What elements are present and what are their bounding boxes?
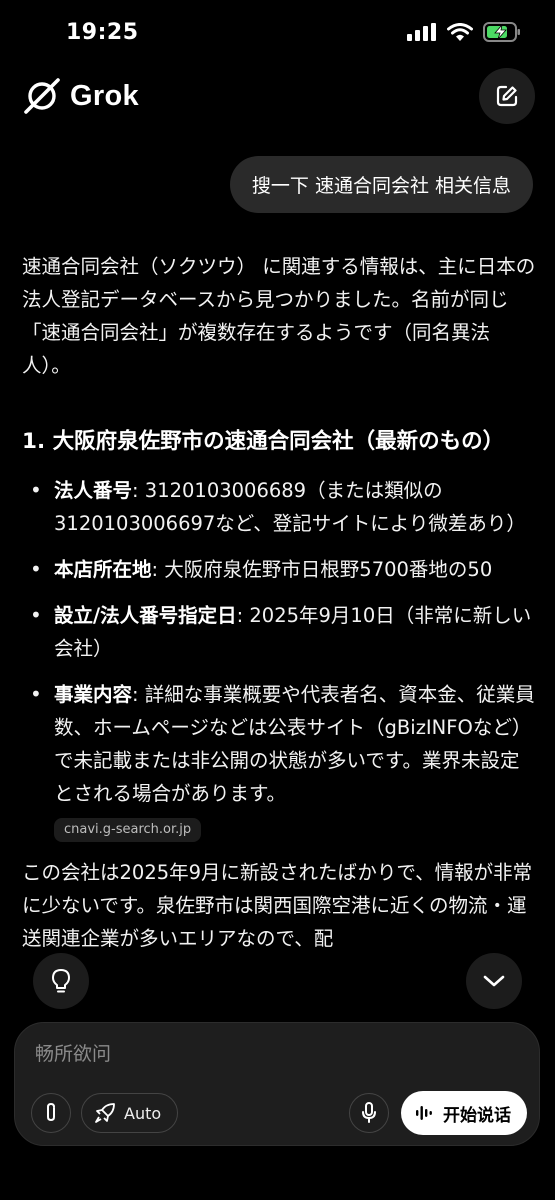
source-link-chip[interactable]: cnavi.g-search.or.jp [54, 818, 202, 842]
item-label: 本店所在地 [54, 558, 152, 581]
item-label: 設立/法人番号指定日 [54, 604, 237, 627]
message-composer: Auto 开始说话 [14, 1022, 540, 1146]
voice-button-label: 开始说话 [443, 1105, 511, 1126]
waveform-icon [416, 1106, 432, 1120]
message-input[interactable] [35, 1039, 515, 1069]
new-chat-button[interactable] [479, 68, 535, 124]
microphone-button[interactable] [349, 1093, 389, 1133]
scroll-down-button[interactable] [466, 953, 522, 1009]
wifi-icon [447, 22, 473, 41]
idea-button[interactable] [33, 953, 89, 1009]
chevron-down-icon [483, 975, 505, 987]
grok-logo: Grok [22, 76, 139, 116]
list-item: 事業内容: 詳細な事業概要や代表者名、資本金、従業員数、ホームページなどは公表サ… [22, 678, 537, 843]
start-voice-button[interactable]: 开始说话 [401, 1091, 527, 1135]
assistant-response: 速通合同会社（ソクツウ） に関連する情報は、主に日本の法人登記データベースから見… [22, 250, 537, 955]
app-name: Grok [70, 79, 139, 112]
list-item: 設立/法人番号指定日: 2025年9月10日（非常に新しい会社） [22, 599, 537, 665]
lightbulb-icon [52, 969, 70, 993]
status-icons [407, 22, 521, 42]
response-bullet-list: 法人番号: 3120103006689（または類似の3120103006697な… [22, 474, 537, 843]
status-bar: 19:25 [0, 0, 555, 60]
response-intro: 速通合同会社（ソクツウ） に関連する情報は、主に日本の法人登記データベースから見… [22, 255, 536, 377]
grok-logo-icon [24, 78, 60, 114]
microphone-icon [362, 1102, 376, 1123]
item-label: 事業内容 [54, 683, 133, 706]
attach-button[interactable] [31, 1093, 71, 1133]
mode-selector-button[interactable]: Auto [81, 1093, 179, 1133]
mode-label: Auto [124, 1103, 162, 1123]
item-label: 法人番号 [54, 479, 133, 502]
response-closing: この会社は2025年9月に新設されたばかりで、情報が非常に少ないです。泉佐野市は… [22, 861, 533, 950]
list-item: 本店所在地: 大阪府泉佐野市日根野5700番地の50 [22, 553, 537, 586]
status-time: 19:25 [66, 20, 139, 45]
paperclip-icon [47, 1102, 55, 1122]
battery-charging-icon [483, 22, 520, 42]
user-message-bubble: 搜一下 速通合同会社 相关信息 [229, 156, 533, 213]
signal-icon [407, 23, 436, 41]
app-header: Grok [0, 68, 555, 124]
item-text: : 大阪府泉佐野市日根野5700番地の50 [151, 558, 493, 581]
edit-icon [496, 85, 518, 107]
rocket-icon [95, 1103, 115, 1123]
list-item: 法人番号: 3120103006689（または類似の3120103006697な… [22, 474, 537, 540]
response-section-title: 1. 大阪府泉佐野市の速通合同会社（最新のもの） [22, 429, 505, 454]
